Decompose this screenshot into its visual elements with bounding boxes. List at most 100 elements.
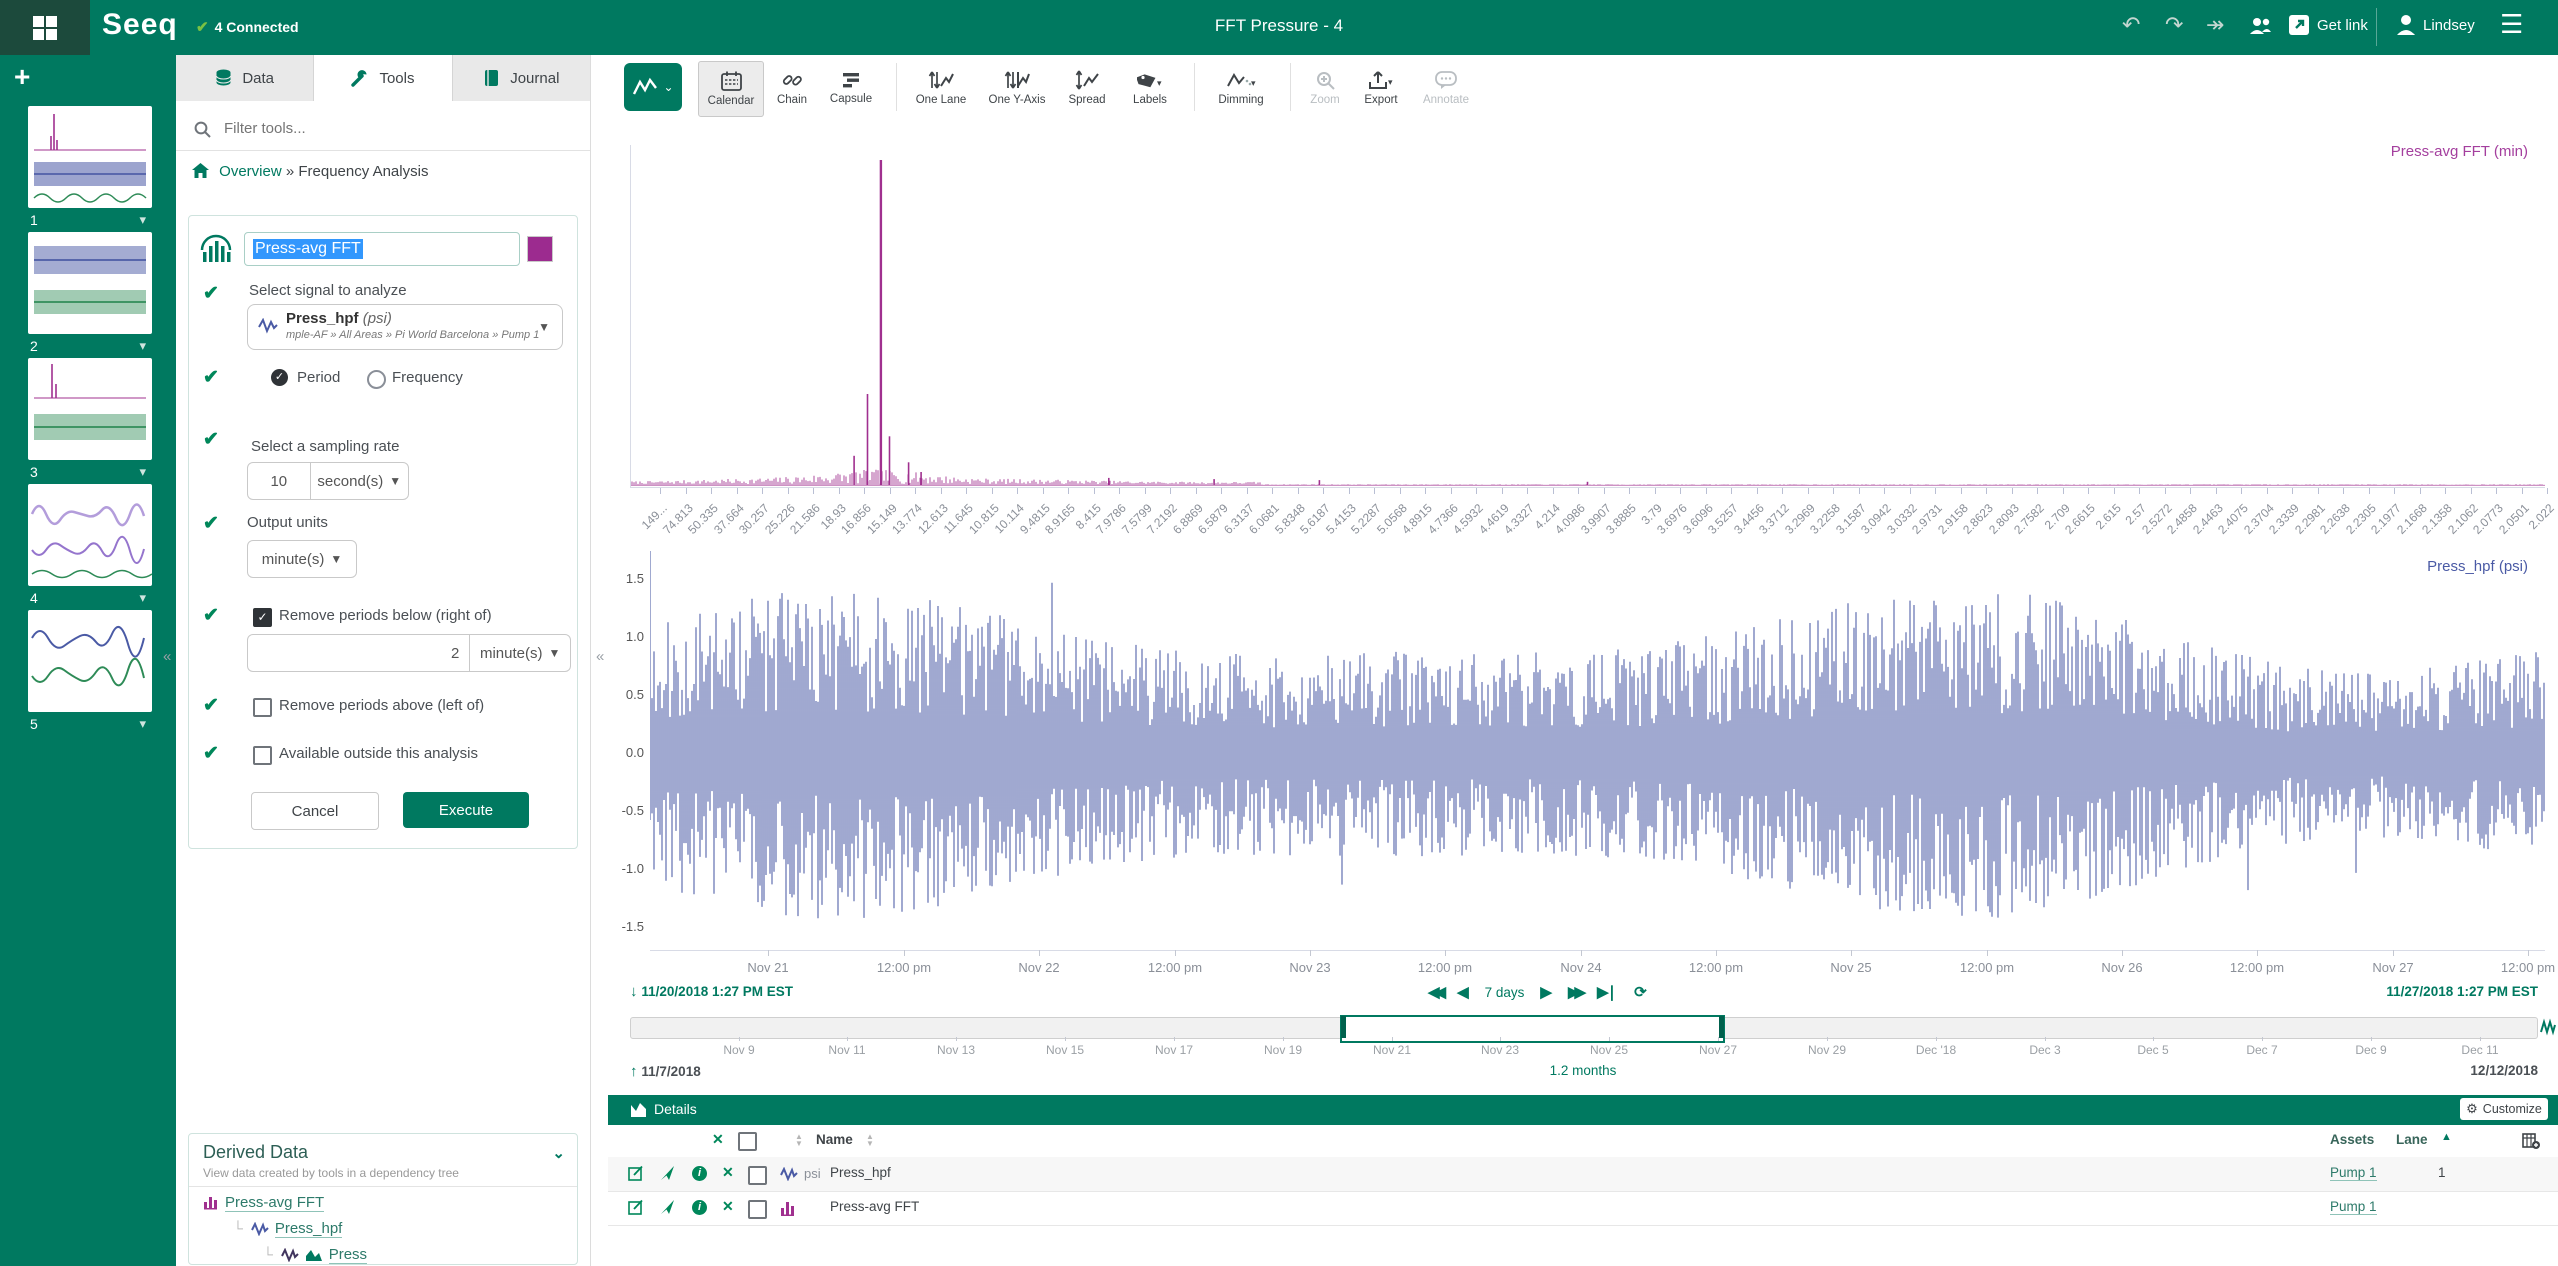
table-row[interactable]: i ✕ psi Press_hpf Pump 1 1 (608, 1157, 2558, 1192)
worksheet-item-2[interactable]: 2▾ (30, 338, 152, 360)
remove-icon[interactable]: ✕ (722, 1164, 734, 1181)
remove-above-checkbox[interactable] (253, 698, 272, 717)
redo-button[interactable]: ↷ (2165, 12, 2183, 38)
chevron-down-icon[interactable]: ▾ (139, 464, 146, 480)
worksheet-item-3[interactable]: 3▾ (30, 464, 152, 486)
timeline-end[interactable]: 12/12/2018 (2338, 1063, 2538, 1078)
edit-icon[interactable] (628, 1199, 644, 1215)
toolbar-calendar-button[interactable]: Calendar (698, 61, 764, 117)
worksheet-item-4[interactable]: 4▾ (30, 590, 152, 612)
collapse-worksheet-panel-handle[interactable]: « (163, 648, 171, 665)
signal-select-dropdown[interactable]: Press_hpf (psi) mple-AF » All Areas » Pi… (247, 304, 563, 350)
breadcrumb-overview-link[interactable]: Overview (219, 163, 282, 180)
send-icon[interactable] (660, 1199, 675, 1215)
tab-journal[interactable]: Journal (453, 55, 590, 101)
worksheet-item-5[interactable]: 5▾ (30, 716, 152, 738)
timeline-selection[interactable] (1340, 1015, 1725, 1043)
execute-button[interactable]: Execute (403, 792, 529, 828)
toolbar-chain-button[interactable]: Chain (768, 61, 816, 115)
remove-below-checkbox[interactable]: ✓ (253, 608, 272, 627)
filter-tools-input[interactable] (222, 119, 556, 138)
info-icon[interactable]: i (692, 1200, 707, 1215)
row-checkbox[interactable] (748, 1200, 767, 1219)
output-units-select[interactable]: minute(s)▼ (248, 541, 356, 577)
worksheet-thumbnail-4[interactable] (28, 484, 152, 586)
worksheet-thumbnail-5[interactable] (28, 610, 152, 712)
row-asset-link[interactable]: Pump 1 (2330, 1165, 2377, 1181)
get-link-button[interactable]: Get link (2288, 14, 2368, 36)
compress-time-icon[interactable] (2540, 1017, 2556, 1037)
timeline-left-handle[interactable] (1341, 1016, 1346, 1038)
sort-asc-icon[interactable]: ▲ (2441, 1131, 2452, 1143)
remove-below-unit-select[interactable]: minute(s)▼ (469, 635, 570, 671)
frequency-radio[interactable] (367, 370, 386, 389)
step-forward-much-button[interactable]: ▶▶ (1568, 983, 1581, 1001)
remove-below-label[interactable]: Remove periods below (right of) (279, 607, 492, 624)
undo-button[interactable]: ↶ (2122, 12, 2140, 38)
range-start[interactable]: ↓ 11/20/2018 1:27 PM EST (630, 983, 793, 1000)
color-swatch-button[interactable] (527, 236, 553, 262)
step-back-button[interactable]: ◀ (1457, 983, 1469, 1001)
derived-tree-item-hpf[interactable]: └ Press_hpf (233, 1220, 342, 1237)
frequency-radio-label[interactable]: Frequency (392, 369, 463, 386)
add-column-icon[interactable] (2522, 1132, 2540, 1150)
worksheet-thumbnail-3[interactable] (28, 358, 152, 460)
timeline-duration[interactable]: 1.2 months (1483, 1063, 1683, 1078)
toolbar-capsule-button[interactable]: Capsule (822, 61, 880, 115)
users-button[interactable] (2248, 15, 2272, 41)
worksheet-item-1[interactable]: 1▾ (30, 212, 152, 234)
row-name[interactable]: Press_hpf (830, 1165, 891, 1180)
tab-tools[interactable]: Tools (314, 55, 452, 101)
toolbar-spread-button[interactable]: Spread (1060, 61, 1114, 115)
chevron-down-icon[interactable]: ▾ (139, 212, 146, 228)
add-worksheet-button[interactable]: + (14, 61, 30, 93)
redo-all-button[interactable]: ↠ (2206, 12, 2224, 38)
result-name-input[interactable]: Press-avg FFT (244, 232, 520, 266)
toolbar-one-y-axis-button[interactable]: One Y-Axis (980, 61, 1054, 115)
row-asset-link[interactable]: Pump 1 (2330, 1199, 2377, 1215)
sort-icon[interactable]: ▲▼ (866, 1133, 874, 1147)
chevron-down-icon[interactable]: ▾ (139, 716, 146, 732)
view-selector-button[interactable]: ⌄ (624, 63, 682, 111)
refresh-icon[interactable]: ⟳ (1634, 983, 1647, 1001)
send-icon[interactable] (660, 1165, 675, 1181)
row-name[interactable]: Press-avg FFT (830, 1199, 919, 1214)
customize-button[interactable]: ⚙Customize (2460, 1098, 2548, 1120)
range-end[interactable]: 11/27/2018 1:27 PM EST (2138, 983, 2538, 999)
chevron-down-icon[interactable]: ▾ (139, 590, 146, 606)
sampling-rate-unit-select[interactable]: second(s)▼ (310, 463, 408, 499)
user-menu[interactable]: Lindsey (2396, 14, 2475, 36)
timeline-right-handle[interactable] (1719, 1016, 1724, 1038)
toolbar-dimming-button[interactable]: ▾ Dimming (1206, 61, 1276, 115)
cancel-button[interactable]: Cancel (251, 792, 379, 830)
timeline-track[interactable] (630, 1017, 2538, 1039)
period-radio[interactable]: ✓ (271, 369, 288, 386)
period-radio-label[interactable]: Period (297, 369, 340, 386)
toolbar-labels-button[interactable]: ▾ Labels (1120, 61, 1180, 115)
press-chart[interactable] (650, 550, 2545, 952)
remove-icon[interactable]: ✕ (722, 1198, 734, 1215)
hamburger-menu[interactable]: ☰ (2500, 9, 2523, 40)
column-lane[interactable]: Lane (2396, 1132, 2428, 1147)
remove-below-value-input[interactable]: 2 (248, 635, 469, 671)
edit-icon[interactable] (628, 1165, 644, 1181)
range-duration[interactable]: 7 days (1485, 985, 1525, 1000)
select-all-checkbox[interactable] (738, 1132, 757, 1151)
toolbar-one-lane-button[interactable]: One Lane (908, 61, 974, 115)
column-name[interactable]: Name (816, 1132, 853, 1147)
available-outside-label[interactable]: Available outside this analysis (279, 745, 478, 762)
fft-chart[interactable] (630, 130, 2545, 487)
derived-tree-item-fft[interactable]: Press-avg FFT (203, 1194, 324, 1211)
worksheet-thumbnail-2[interactable] (28, 232, 152, 334)
home-icon[interactable] (192, 163, 209, 178)
remove-above-label[interactable]: Remove periods above (left of) (279, 697, 484, 714)
chevron-down-icon[interactable]: ⌄ (552, 1144, 565, 1162)
worksheet-thumbnail-1[interactable] (28, 106, 152, 208)
step-forward-button[interactable]: ▶ (1540, 983, 1552, 1001)
sort-icon[interactable]: ▲▼ (795, 1133, 803, 1147)
column-assets[interactable]: Assets (2330, 1132, 2374, 1147)
row-checkbox[interactable] (748, 1166, 767, 1185)
chevron-down-icon[interactable]: ▾ (139, 338, 146, 354)
available-outside-checkbox[interactable] (253, 746, 272, 765)
toolbar-export-button[interactable]: ▾ Export (1354, 61, 1408, 115)
